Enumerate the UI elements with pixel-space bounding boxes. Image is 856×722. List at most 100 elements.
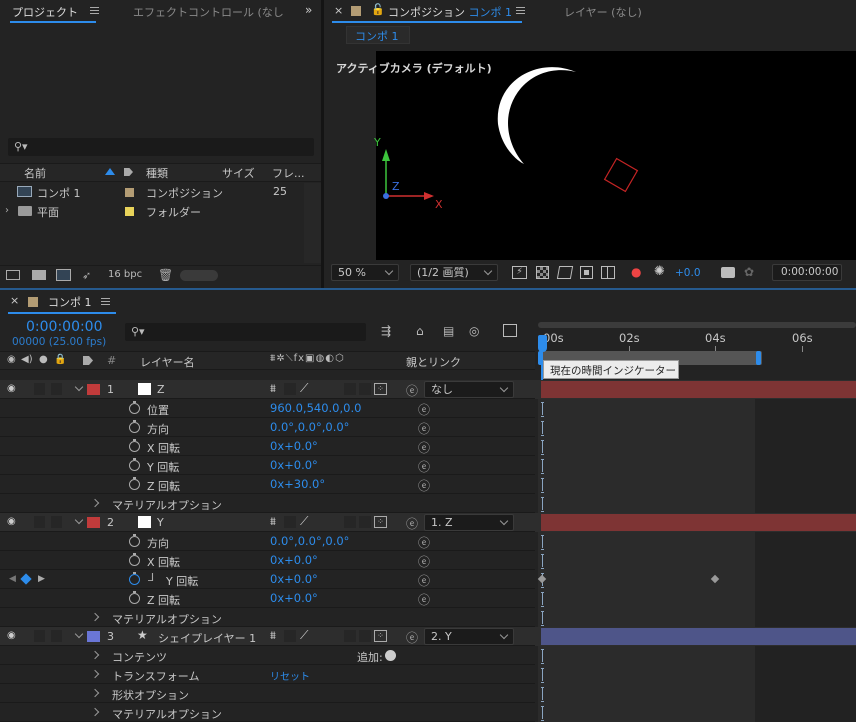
motion-blur-icon[interactable]: ◎ <box>469 324 479 338</box>
col-name[interactable]: 名前 <box>24 165 46 181</box>
keyframe-marker[interactable] <box>541 402 545 417</box>
quality-switch-icon[interactable]: ⟋ <box>300 628 308 643</box>
quality-switch-icon[interactable]: ⟋ <box>300 514 308 529</box>
keyframe-marker[interactable] <box>541 459 545 474</box>
layer-duration-bar[interactable] <box>541 514 856 531</box>
eye-icon[interactable]: ◉ <box>7 383 16 394</box>
pick-whip-icon[interactable]: ⓔ <box>418 420 430 437</box>
keyframe-marker[interactable] <box>541 649 545 664</box>
keyframe-toggle-icon[interactable] <box>20 573 32 585</box>
comp-viewer[interactable]: アクティブカメラ (デフォルト) Y Z X <box>324 48 856 260</box>
exposure-value[interactable]: +0.0 <box>675 267 701 279</box>
stopwatch-icon[interactable] <box>129 401 140 414</box>
layer-name[interactable]: シェイプレイヤー 1 <box>158 630 256 646</box>
keyframe-marker[interactable] <box>541 611 545 626</box>
3d-layer-icon[interactable]: ⁘ <box>374 630 387 642</box>
chevron-right-icon[interactable] <box>90 650 100 660</box>
trash-icon[interactable]: 🗑 <box>158 268 173 282</box>
shy-switch-icon[interactable]: ⩩ <box>270 382 276 396</box>
panel-menu-icon[interactable] <box>90 7 99 14</box>
chevron-right-icon[interactable] <box>90 612 100 622</box>
chevron-right-icon[interactable] <box>90 669 100 679</box>
pick-whip-icon[interactable]: ⓔ <box>418 534 430 551</box>
mask-visibility-icon[interactable] <box>556 266 574 279</box>
pick-whip-icon[interactable]: ⓔ <box>418 553 430 570</box>
eye-icon[interactable]: ◉ <box>7 630 16 641</box>
tab-project[interactable]: プロジェクト <box>12 4 78 20</box>
property-value[interactable]: 0x+0.0° <box>270 591 318 605</box>
layer-duration-bar[interactable] <box>541 628 856 645</box>
resolution-select[interactable]: (1/2 画質) <box>410 264 498 281</box>
pick-whip-icon[interactable]: ⓔ <box>418 572 430 589</box>
keyframe-marker[interactable] <box>541 497 545 512</box>
keyframe-marker[interactable] <box>541 478 545 493</box>
chevron-down-icon[interactable] <box>74 382 84 392</box>
layer-duration-bar[interactable] <box>541 381 856 398</box>
parent-select[interactable]: 1. Z <box>424 514 514 531</box>
add-button[interactable] <box>385 650 396 661</box>
tab-effect-controls[interactable]: エフェクトコントロール (なし <box>133 4 284 20</box>
keyframe-marker[interactable] <box>541 535 545 550</box>
col-layer-number[interactable]: # <box>107 354 116 367</box>
interpret-footage-icon[interactable] <box>6 270 20 280</box>
eye-icon[interactable]: ◉ <box>7 516 16 527</box>
grid-guides-icon[interactable] <box>601 266 615 279</box>
new-folder-icon[interactable] <box>32 270 46 280</box>
current-timecode[interactable]: 0:00:00:00 <box>26 319 103 335</box>
fast-preview-icon[interactable]: ⚡ <box>512 266 527 279</box>
property-value[interactable]: 0.0°,0.0°,0.0° <box>270 420 349 434</box>
list-item[interactable]: コンポ 1 コンポジション 25 <box>0 183 304 202</box>
col-type[interactable]: 種類 <box>146 165 168 181</box>
pick-whip-icon[interactable]: ⓔ <box>418 439 430 456</box>
close-icon[interactable]: × <box>334 4 343 17</box>
show-snapshot-icon[interactable]: ✿ <box>744 265 754 279</box>
keyframe-marker[interactable] <box>541 687 545 702</box>
tab-composition[interactable]: コンポジション コンポ 1 <box>388 4 512 20</box>
col-size[interactable]: サイズ <box>222 165 255 181</box>
label-swatch[interactable] <box>87 517 100 528</box>
transparency-grid-icon[interactable] <box>536 266 549 279</box>
3d-layer-icon[interactable]: ⁘ <box>374 516 387 528</box>
bpc-button[interactable]: 16 bpc <box>108 269 142 280</box>
property-value[interactable]: 0x+0.0° <box>270 439 318 453</box>
close-icon[interactable]: × <box>10 294 19 307</box>
keyframe-marker[interactable] <box>541 554 545 569</box>
property-value[interactable]: 0.0°,0.0°,0.0° <box>270 534 349 548</box>
new-composition-icon[interactable] <box>56 269 71 281</box>
chevron-down-icon[interactable] <box>74 515 84 525</box>
3d-layer-icon[interactable]: ⁘ <box>374 383 387 395</box>
property-value[interactable]: 0x+30.0° <box>270 477 325 491</box>
pick-whip-icon[interactable]: ⓔ <box>418 458 430 475</box>
pick-whip-icon[interactable]: ⓔ <box>406 382 418 399</box>
stopwatch-icon[interactable] <box>129 420 140 433</box>
frame-blending-icon[interactable]: ▤ <box>443 324 454 338</box>
stopwatch-icon[interactable] <box>129 591 140 604</box>
region-of-interest-icon[interactable] <box>580 266 593 279</box>
chevron-right-icon[interactable] <box>90 707 100 717</box>
stopwatch-icon[interactable] <box>129 439 140 452</box>
panel-menu-icon[interactable] <box>516 7 525 14</box>
label-swatch[interactable] <box>125 207 134 216</box>
playhead[interactable] <box>538 335 547 352</box>
snapshot-icon[interactable] <box>721 267 735 278</box>
viewer-timecode[interactable]: 0:00:00:00 <box>772 264 842 281</box>
comp-breadcrumb[interactable]: コンポ 1 <box>346 26 410 44</box>
sort-ascending-icon[interactable] <box>105 168 115 175</box>
lock-icon[interactable]: 🔓 <box>371 3 385 16</box>
col-frame[interactable]: フレ... <box>272 165 305 181</box>
property-value[interactable]: 0x+0.0° <box>270 553 318 567</box>
quality-switch-icon[interactable]: ⟋ <box>300 381 308 396</box>
stopwatch-icon[interactable] <box>129 477 140 490</box>
zoom-select[interactable]: 50 % <box>331 264 399 281</box>
layer-name[interactable]: Z <box>157 383 165 396</box>
time-ruler[interactable]: 00s 02s 04s 06s <box>538 320 856 352</box>
scroll-thumb[interactable] <box>180 270 218 281</box>
channel-rgb-icon[interactable]: ● <box>631 265 641 279</box>
keyframe-marker[interactable] <box>541 706 545 721</box>
pick-whip-icon[interactable]: ⓔ <box>406 515 418 532</box>
chevron-right-icon[interactable] <box>90 498 100 508</box>
keyframe-marker[interactable] <box>541 440 545 455</box>
keyframe-marker[interactable] <box>541 592 545 607</box>
video-visibility-icon[interactable]: ◉ <box>7 354 16 365</box>
col-parent[interactable]: 親とリンク <box>406 354 461 370</box>
